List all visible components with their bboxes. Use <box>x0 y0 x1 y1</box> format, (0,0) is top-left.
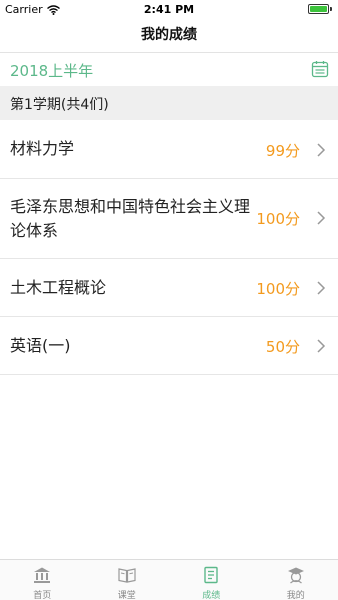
tab-classroom-label: 课堂 <box>117 591 136 600</box>
tab-home[interactable]: 首页 <box>0 560 85 600</box>
course-score: 100分 <box>256 210 300 228</box>
tab-profile-label: 我的 <box>286 591 305 600</box>
status-bar: Carrier 2:41 PM <box>0 0 338 18</box>
calendar-icon[interactable] <box>311 60 329 78</box>
tab-profile[interactable]: 我的 <box>254 560 338 600</box>
course-row[interactable]: 毛泽东思想和中国特色社会主义理论体系 100分 <box>0 179 338 259</box>
course-row[interactable]: 英语(一) 50分 <box>0 317 338 375</box>
course-name: 毛泽东思想和中国特色社会主义理论体系 <box>10 197 251 240</box>
course-score: 99分 <box>265 142 300 160</box>
report-icon <box>204 566 218 584</box>
nav-bar: 我的成绩 <box>0 18 338 53</box>
page-title: 我的成绩 <box>141 27 197 43</box>
course-name: 材料力学 <box>10 139 75 158</box>
bank-icon <box>34 567 51 583</box>
graduate-icon <box>287 567 304 584</box>
chevron-right-icon <box>317 339 326 353</box>
tab-classroom[interactable]: 课堂 <box>85 560 170 600</box>
course-row[interactable]: 土木工程概论 100分 <box>0 259 338 317</box>
status-time: 2:41 PM <box>143 3 195 16</box>
course-score: 100分 <box>256 280 300 298</box>
tab-grades-label: 成绩 <box>202 591 221 600</box>
term-label: 2018上半年 <box>10 62 94 80</box>
course-score: 50分 <box>265 338 300 356</box>
term-selector[interactable]: 2018上半年 <box>0 53 338 86</box>
book-icon <box>118 568 136 583</box>
chevron-right-icon <box>317 211 326 225</box>
tab-home-label: 首页 <box>33 591 52 600</box>
course-name: 土木工程概论 <box>10 278 107 297</box>
tab-grades[interactable]: 成绩 <box>169 560 254 600</box>
semester-label: 第1学期(共4们) <box>10 97 109 113</box>
course-row[interactable]: 材料力学 99分 <box>0 120 338 179</box>
semester-header: 第1学期(共4们) <box>0 86 338 120</box>
chevron-right-icon <box>317 143 326 157</box>
course-name: 英语(一) <box>10 336 71 355</box>
course-list: 材料力学 99分 毛泽东思想和中国特色社会主义理论体系 100分 土木工程概论 … <box>0 120 338 375</box>
battery-icon <box>308 4 332 14</box>
tab-bar: 首页 课堂 成绩 我的 <box>0 559 338 600</box>
chevron-right-icon <box>317 281 326 295</box>
